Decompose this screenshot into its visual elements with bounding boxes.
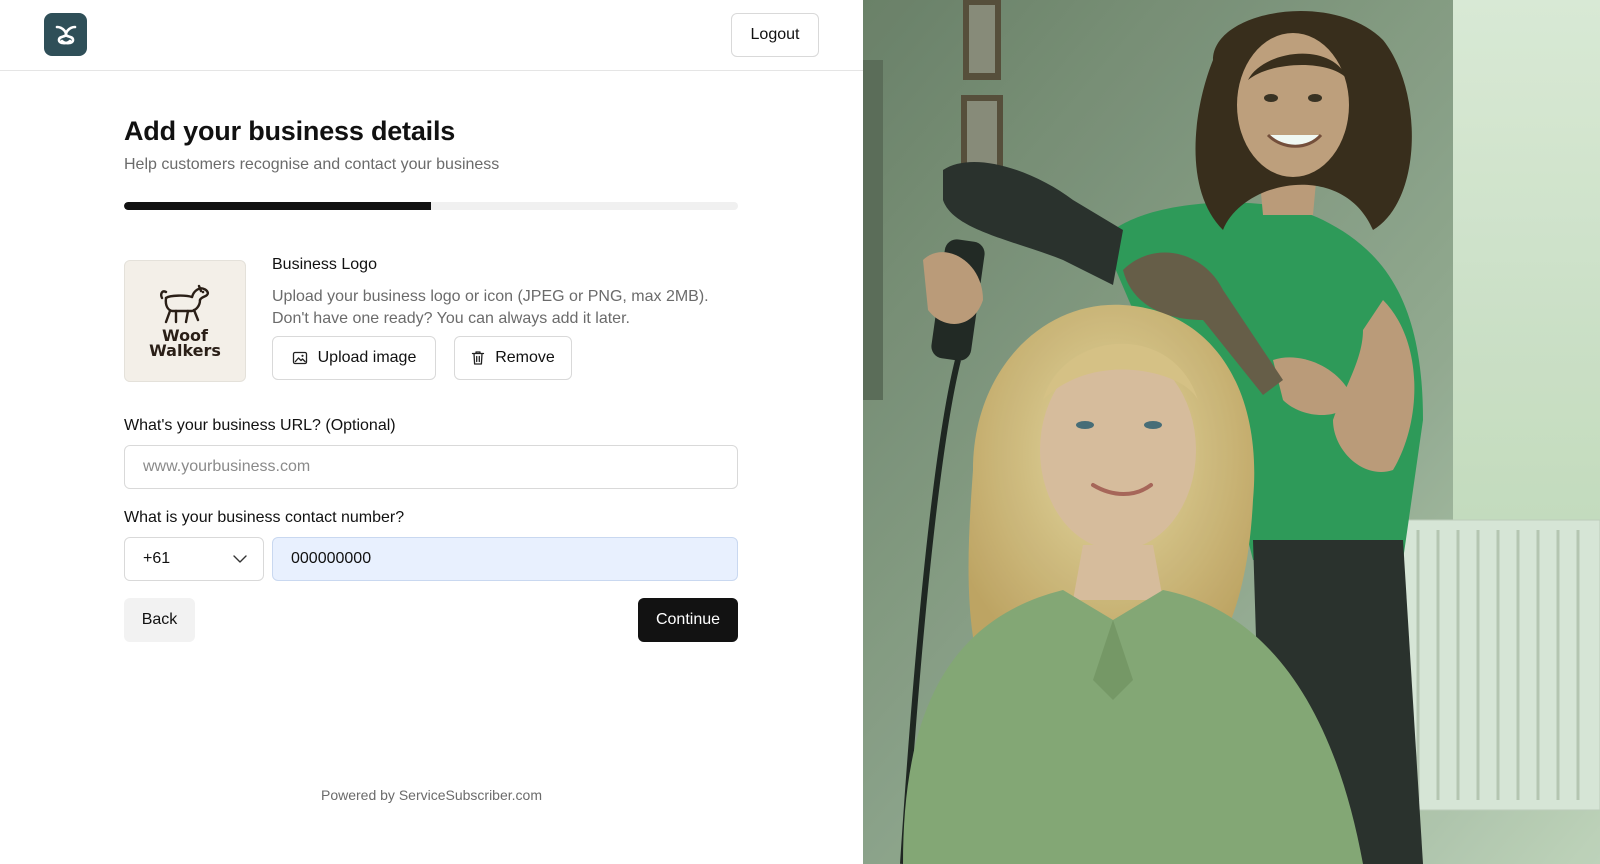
business-url-input[interactable] [124,445,738,489]
footer-powered-by: Powered by ServiceSubscriber.com [321,787,542,803]
dog-logo-icon [160,284,209,324]
page-title: Add your business details [124,116,456,146]
country-code-select[interactable]: +61 [124,537,264,581]
progress-bar [124,202,738,210]
business-logo-help: Upload your business logo or icon (JPEG … [272,286,742,330]
hairdresser-illustration [863,0,1600,864]
logout-button[interactable]: Logout [731,13,819,57]
contact-number-label: What is your business contact number? [124,509,405,526]
trash-icon [472,351,485,365]
page-subtitle: Help customers recognise and contact you… [124,156,500,173]
chevron-down-icon [233,555,247,563]
continue-button[interactable]: Continue [638,598,738,642]
logo-wordmark: Woof Walkers [149,328,221,360]
back-button[interactable]: Back [124,598,195,642]
image-icon [292,351,307,365]
business-url-label: What's your business URL? (Optional) [124,417,396,434]
app-logo-icon[interactable] [44,13,87,56]
form-panel: Logout Add your business details Help cu… [0,0,863,864]
top-bar: Logout [0,0,863,71]
remove-logo-label: Remove [495,349,555,366]
business-logo-label: Business Logo [272,256,377,273]
progress-fill [124,202,431,210]
upload-image-label: Upload image [317,349,417,366]
logo-help-line2: Don't have one ready? You can always add… [272,310,630,327]
logo-wordmark-line2: Walkers [149,341,221,360]
hero-photo [863,0,1600,864]
upload-image-button[interactable]: Upload image [272,336,436,380]
logo-help-line1: Upload your business logo or icon (JPEG … [272,288,709,305]
contact-number-input[interactable] [272,537,738,581]
country-code-value: +61 [143,550,171,567]
app-logo-glyph [55,25,76,44]
business-logo-preview: Woof Walkers [124,260,246,382]
remove-logo-button[interactable]: Remove [454,336,572,380]
